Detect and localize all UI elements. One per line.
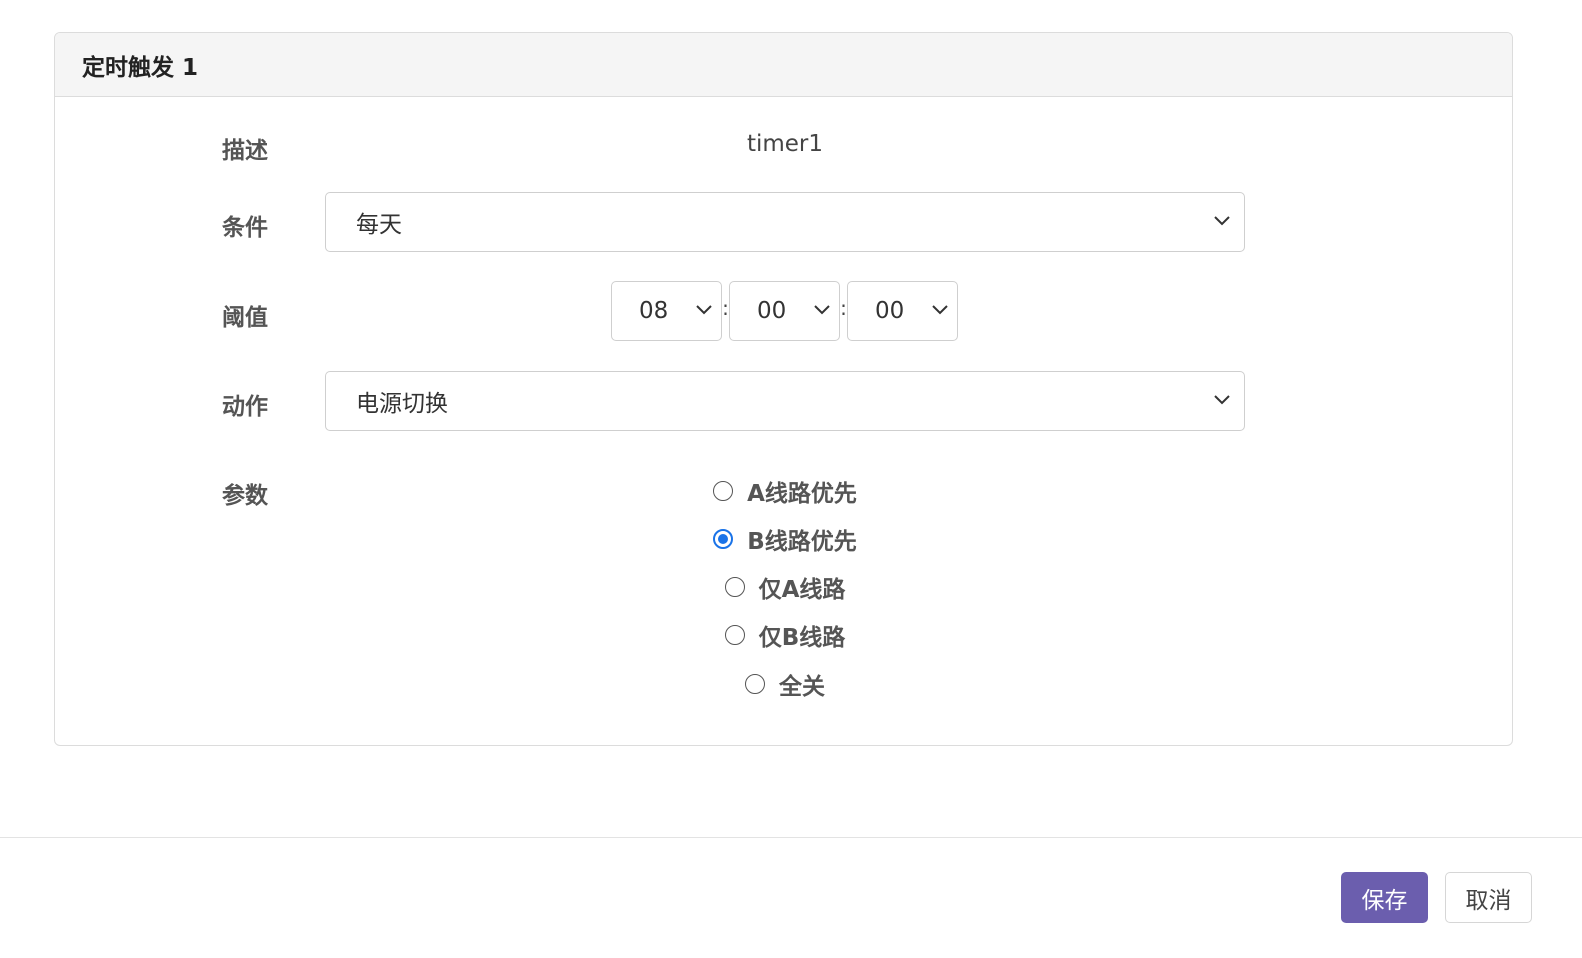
action-label: 动作 <box>222 394 268 420</box>
time-separator: : <box>722 296 729 320</box>
second-value: 00 <box>875 298 905 324</box>
action-select-value: 电源切换 <box>356 391 448 417</box>
chevron-down-icon <box>1214 395 1230 405</box>
param-option-b-priority[interactable]: B线路优先 <box>325 523 1245 555</box>
radio-checked-icon[interactable] <box>713 529 734 549</box>
chevron-down-icon <box>814 305 830 315</box>
cancel-button[interactable]: 取消 <box>1445 872 1532 923</box>
condition-select-value: 每天 <box>356 212 402 238</box>
time-separator: : <box>840 296 847 320</box>
description-label: 描述 <box>222 138 268 164</box>
second-select[interactable]: 00 <box>847 281 958 341</box>
action-select[interactable]: 电源切换 <box>325 371 1245 431</box>
chevron-down-icon <box>696 305 712 315</box>
card-title: 定时触发 1 <box>55 33 1512 97</box>
param-option-label: 仅B线路 <box>758 625 846 651</box>
hour-select[interactable]: 08 <box>611 281 722 341</box>
param-option-a-only[interactable]: 仅A线路 <box>325 571 1245 603</box>
params-label: 参数 <box>222 483 268 509</box>
param-option-label: 仅A线路 <box>758 577 846 603</box>
param-option-all-off[interactable]: 全关 <box>325 668 1245 700</box>
timer-trigger-card: 定时触发 1 描述 timer1 条件 每天 阈值 08 : 00 : 00 动… <box>54 32 1513 746</box>
radio-unchecked-icon[interactable] <box>713 481 734 501</box>
description-value: timer1 <box>746 131 824 157</box>
hour-value: 08 <box>639 298 669 324</box>
param-option-b-only[interactable]: 仅B线路 <box>325 619 1245 651</box>
radio-unchecked-icon[interactable] <box>724 577 745 597</box>
chevron-down-icon <box>932 305 948 315</box>
threshold-label: 阈值 <box>222 305 268 331</box>
minute-select[interactable]: 00 <box>729 281 840 341</box>
radio-unchecked-icon[interactable] <box>724 625 745 645</box>
param-option-label: A线路优先 <box>747 481 857 507</box>
radio-unchecked-icon[interactable] <box>745 674 765 694</box>
footer-divider <box>0 837 1582 838</box>
threshold-time-picker: 08 : 00 : 00 <box>611 281 958 341</box>
minute-value: 00 <box>757 298 787 324</box>
chevron-down-icon <box>1214 216 1230 226</box>
save-button[interactable]: 保存 <box>1341 872 1428 923</box>
condition-select[interactable]: 每天 <box>325 192 1245 252</box>
param-option-label: B线路优先 <box>747 529 857 555</box>
param-option-a-priority[interactable]: A线路优先 <box>325 475 1245 507</box>
condition-label: 条件 <box>222 215 268 241</box>
param-option-label: 全关 <box>779 674 825 700</box>
